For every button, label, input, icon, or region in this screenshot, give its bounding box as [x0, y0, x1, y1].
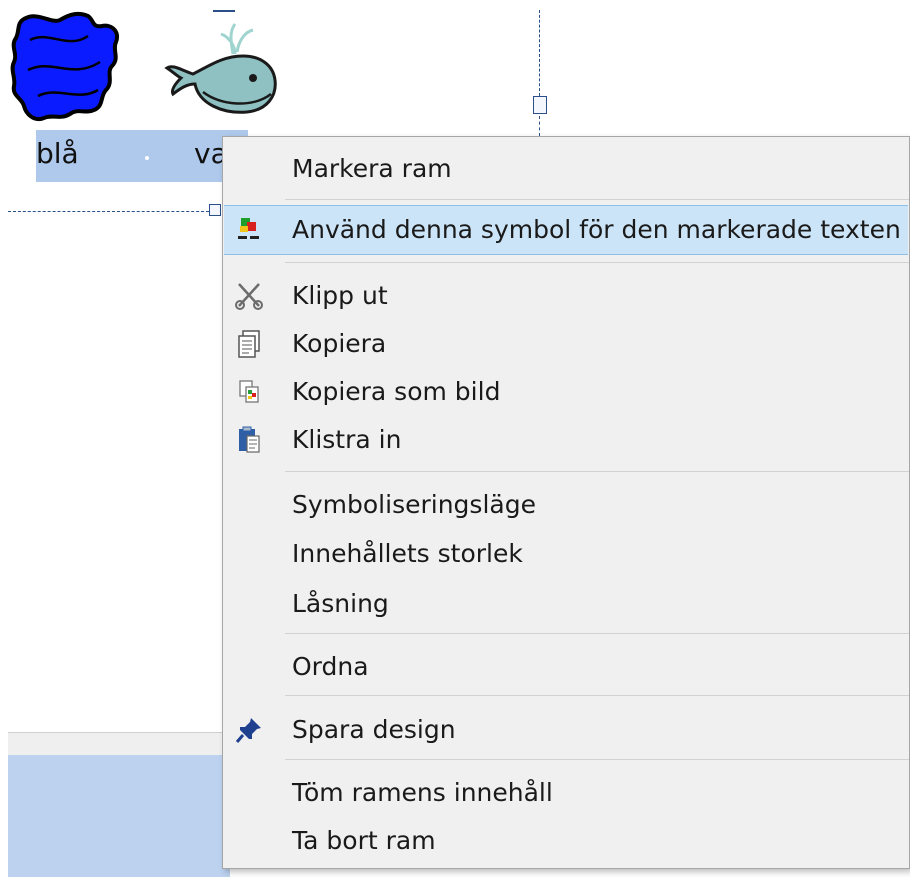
menu-item-kopiera-som-bild[interactable]: Kopiera som bild [224, 369, 908, 415]
menu-separator [285, 633, 909, 634]
context-menu: Markera ram Använd denna symbol för den … [222, 136, 910, 869]
menu-item-kopiera[interactable]: Kopiera [224, 321, 908, 367]
pin-icon [234, 715, 264, 745]
frame-resize-handle[interactable] [533, 96, 547, 114]
menu-item-label: Låsning [292, 589, 389, 618]
menu-item-label: Klipp ut [292, 281, 388, 310]
menu-item-label: Symboliseringsläge [292, 490, 536, 519]
menu-item-label: Klistra in [292, 425, 402, 454]
menu-separator [285, 199, 909, 200]
word-separator-dot [145, 156, 149, 160]
menu-item-innehallets-storlek[interactable]: Innehållets storlek [224, 531, 908, 577]
apply-symbol-icon [234, 215, 264, 245]
menu-item-lasning[interactable]: Låsning [224, 581, 908, 627]
menu-item-label: Kopiera som bild [292, 377, 501, 406]
frame-resize-handle[interactable] [209, 204, 221, 216]
menu-item-markera-ram[interactable]: Markera ram [224, 146, 908, 192]
menu-item-label: Töm ramens innehåll [292, 778, 553, 807]
background-panel [8, 755, 230, 877]
menu-item-klistra-in[interactable]: Klistra in [224, 417, 908, 463]
menu-item-ta-bort-ram[interactable]: Ta bort ram [224, 818, 908, 864]
blue-symbol-image[interactable] [8, 10, 123, 122]
menu-item-spara-design[interactable]: Spara design [224, 707, 908, 753]
menu-item-use-symbol[interactable]: Använd denna symbol för den markerade te… [224, 205, 908, 255]
menu-item-symboliseringslage[interactable]: Symboliseringsläge [224, 482, 908, 528]
panel-divider [8, 732, 230, 755]
menu-item-label: Spara design [292, 715, 456, 744]
menu-item-label: Ta bort ram [292, 826, 436, 855]
menu-item-label: Markera ram [292, 154, 452, 183]
paste-icon [234, 425, 264, 455]
whale-symbol-image[interactable] [163, 14, 281, 122]
frame-border-dashed [539, 116, 540, 136]
scissors-icon [234, 281, 264, 311]
menu-item-tom-ramens-innehall[interactable]: Töm ramens innehåll [224, 770, 908, 816]
symbol-text-word[interactable]: blå [36, 138, 79, 170]
frame-border-dashed [8, 211, 214, 212]
copy-icon [234, 329, 264, 359]
menu-separator [285, 262, 909, 263]
copy-as-image-icon [234, 377, 264, 407]
frame-edge-marker [213, 10, 235, 12]
menu-separator [285, 695, 909, 696]
frame-border-dashed [539, 10, 540, 96]
menu-item-label: Ordna [292, 652, 369, 681]
menu-item-ordna[interactable]: Ordna [224, 644, 908, 690]
menu-separator [285, 471, 909, 472]
menu-item-label: Innehållets storlek [292, 539, 523, 568]
menu-item-label: Kopiera [292, 329, 387, 358]
menu-item-label: Använd denna symbol för den markerade te… [292, 215, 901, 244]
menu-separator [285, 759, 909, 760]
menu-item-klipp-ut[interactable]: Klipp ut [224, 273, 908, 319]
